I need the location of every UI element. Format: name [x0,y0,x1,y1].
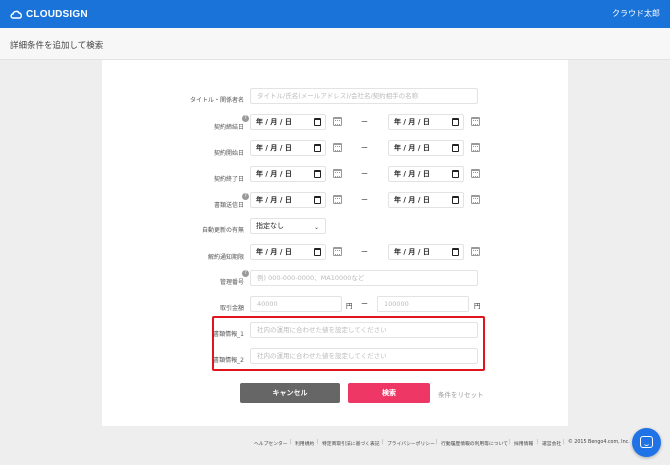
range-separator: ー [361,248,368,256]
footer-link-privacy[interactable]: プライバシーポリシー [387,440,435,447]
top-bar: CLOUDSIGN クラウド太郎 [0,0,670,28]
chat-support-button[interactable] [632,428,661,457]
help-icon[interactable]: ? [242,115,249,122]
footer-separator: | [563,440,565,445]
auto-renew-label: 自動更新の有無 [201,227,244,234]
calendar-icon [452,196,459,204]
date-placeholder: 年 / 月 / 日 [256,170,292,178]
calendar-icon[interactable] [471,143,480,152]
calendar-icon [452,248,459,256]
calendar-icon[interactable] [471,169,480,178]
calendar-icon [314,144,321,152]
footer-separator: | [436,440,438,445]
user-menu[interactable]: クラウド太郎 [612,8,660,19]
chat-icon [640,436,653,448]
help-icon[interactable]: ? [242,270,249,277]
auto-renew-value: 指定なし [256,222,284,230]
page-header: 詳細条件を追加して検索 [0,28,670,60]
calendar-icon [452,118,459,126]
cancel-button[interactable]: キャンセル [240,383,340,403]
start-date-to-input[interactable]: 年 / 月 / 日 [388,140,464,156]
date-placeholder: 年 / 月 / 日 [256,144,292,152]
contract-date-from-input[interactable]: 年 / 月 / 日 [250,114,326,130]
footer-separator: | [317,440,319,445]
calendar-icon [452,170,459,178]
page-title: 詳細条件を追加して検索 [10,41,104,51]
date-placeholder: 年 / 月 / 日 [394,196,430,204]
calendar-icon[interactable] [333,169,342,178]
mgmt-number-label: 管理番号 [219,279,244,286]
footer-link-behavior[interactable]: 行動履歴情報の利用等について [441,440,508,447]
date-placeholder: 年 / 月 / 日 [394,248,430,256]
search-form-panel [102,60,568,426]
mgmt-number-input[interactable]: 例) 000-000-0000、MA10000など [250,270,478,286]
cancel-period-to-input[interactable]: 年 / 月 / 日 [388,244,464,260]
reset-link[interactable]: 条件をリセット [438,389,484,399]
footer-link-legal[interactable]: 特定商取引法に基づく表記 [322,440,380,447]
calendar-icon[interactable] [333,247,342,256]
auto-renew-select[interactable]: 指定なし ⌄ [250,218,326,234]
help-icon[interactable]: ? [242,193,249,200]
calendar-icon [314,118,321,126]
amount-label: 取引金額 [219,305,244,312]
search-button[interactable]: 検索 [348,383,430,403]
calendar-icon [314,196,321,204]
range-separator: ー [361,144,368,152]
range-separator: ー [361,300,368,308]
calendar-icon [314,248,321,256]
footer-separator: | [537,440,539,445]
calendar-icon [314,170,321,178]
title-label: タイトル・関係者名 [189,97,244,104]
footer-link-terms[interactable]: 利用規約 [295,440,314,447]
calendar-icon[interactable] [333,195,342,204]
calendar-icon[interactable] [471,195,480,204]
start-date-label: 契約開始日 [213,150,244,157]
calendar-icon[interactable] [471,247,480,256]
amount-max-input[interactable]: 100000 [377,296,469,312]
logo-text: CLOUDSIGN [26,8,88,20]
date-placeholder: 年 / 月 / 日 [394,170,430,178]
end-date-from-input[interactable]: 年 / 月 / 日 [250,166,326,182]
range-separator: ー [361,118,368,126]
calendar-icon [452,144,459,152]
range-separator: ー [361,196,368,204]
end-date-to-input[interactable]: 年 / 月 / 日 [388,166,464,182]
currency-unit: 円 [346,302,353,310]
date-placeholder: 年 / 月 / 日 [394,144,430,152]
sent-date-to-input[interactable]: 年 / 月 / 日 [388,192,464,208]
highlight-box [212,316,485,371]
calendar-icon[interactable] [333,117,342,126]
end-date-label: 契約終了日 [213,176,244,183]
date-placeholder: 年 / 月 / 日 [256,196,292,204]
copyright: © 2015 Bengo4.com, Inc. [568,440,630,445]
sent-date-from-input[interactable]: 年 / 月 / 日 [250,192,326,208]
cancel-period-from-input[interactable]: 年 / 月 / 日 [250,244,326,260]
contract-date-to-input[interactable]: 年 / 月 / 日 [388,114,464,130]
calendar-icon[interactable] [471,117,480,126]
contract-date-label: 契約締結日 [213,124,244,131]
footer-separator: | [290,440,292,445]
title-input[interactable]: タイトル/氏名(メールアドレス)/会社名/契約相手の名称 [250,88,478,104]
footer-separator: | [382,440,384,445]
footer: ヘルプセンター | 利用規約 | 特定商取引法に基づく表記 | プライバシーポリ… [0,440,670,452]
start-date-from-input[interactable]: 年 / 月 / 日 [250,140,326,156]
footer-separator: | [509,440,511,445]
date-placeholder: 年 / 月 / 日 [256,118,292,126]
currency-unit: 円 [474,302,481,310]
chevron-down-icon: ⌄ [313,224,319,231]
logo[interactable]: CLOUDSIGN [10,8,88,20]
date-placeholder: 年 / 月 / 日 [256,248,292,256]
cancel-period-label: 解約通知期限 [207,254,244,261]
cloud-sign-icon [10,10,23,19]
amount-min-input[interactable]: 40000 [250,296,342,312]
calendar-icon[interactable] [333,143,342,152]
footer-link-careers[interactable]: 採用情報 [514,440,533,447]
date-placeholder: 年 / 月 / 日 [394,118,430,126]
footer-link-company[interactable]: 運営会社 [542,440,561,447]
footer-link-help[interactable]: ヘルプセンター [254,440,288,447]
range-separator: ー [361,170,368,178]
sent-date-label: 書類送信日 [213,202,244,209]
